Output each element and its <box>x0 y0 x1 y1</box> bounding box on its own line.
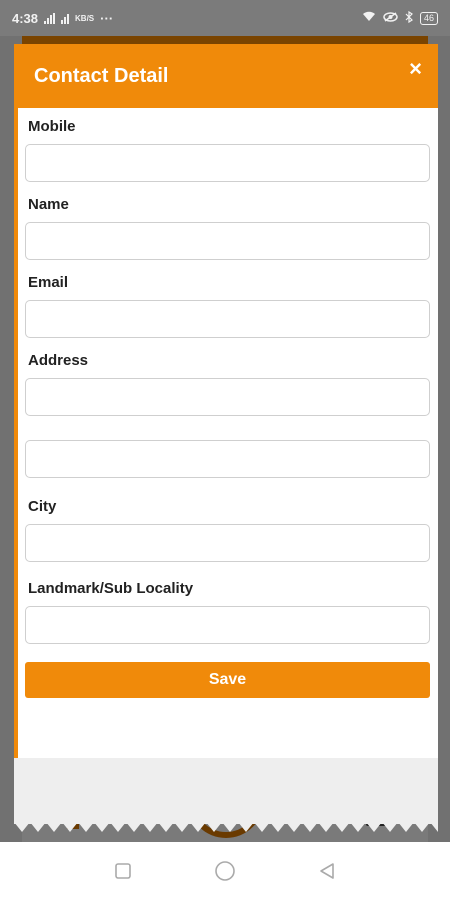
email-label: Email <box>28 274 69 291</box>
status-bar-left: 4:38 KB/S ··· <box>12 11 113 26</box>
address-line2-field[interactable] <box>25 440 430 478</box>
city-label: City <box>28 498 57 515</box>
contact-form: Mobile Name Email Address City Landmark/… <box>18 108 438 698</box>
zigzag-edge <box>14 822 438 832</box>
email-field[interactable] <box>25 300 430 338</box>
save-button[interactable]: Save <box>25 662 430 698</box>
city-field[interactable] <box>25 524 430 562</box>
modal-header: Contact Detail × <box>14 44 438 108</box>
cell-signal-2-icon <box>61 13 70 24</box>
modal-footer <box>14 758 438 832</box>
contact-detail-modal: Contact Detail × Mobile Name Email Addre… <box>14 44 438 832</box>
modal-body: Mobile Name Email Address City Landmark/… <box>14 108 438 758</box>
bluetooth-icon <box>405 10 413 26</box>
name-label: Name <box>28 196 69 213</box>
address-label: Address <box>28 352 89 369</box>
system-nav-bar <box>0 842 450 900</box>
address-line1-field[interactable] <box>25 378 430 416</box>
modal-title: Contact Detail <box>34 64 169 87</box>
name-field[interactable] <box>25 222 430 260</box>
speed-label: KB/S <box>75 13 95 23</box>
status-bar: 4:38 KB/S ··· 46 <box>0 0 450 36</box>
triangle-back-icon <box>320 863 334 879</box>
more-dots: ··· <box>100 10 114 26</box>
wifi-icon <box>362 11 376 25</box>
circle-icon <box>215 861 235 881</box>
close-icon[interactable]: × <box>409 58 422 80</box>
cell-signal-icon <box>44 12 56 24</box>
landmark-field[interactable] <box>25 606 430 644</box>
back-button[interactable] <box>316 860 338 882</box>
mobile-field[interactable] <box>25 144 430 182</box>
recents-button[interactable] <box>112 860 134 882</box>
eye-off-icon <box>383 11 398 25</box>
home-button[interactable] <box>214 860 236 882</box>
status-bar-right: 46 <box>362 10 438 26</box>
square-icon <box>115 863 131 879</box>
status-time: 4:38 <box>12 10 39 26</box>
mobile-label: Mobile <box>28 118 76 135</box>
battery-icon: 46 <box>419 11 438 25</box>
landmark-label: Landmark/Sub Locality <box>28 580 194 597</box>
